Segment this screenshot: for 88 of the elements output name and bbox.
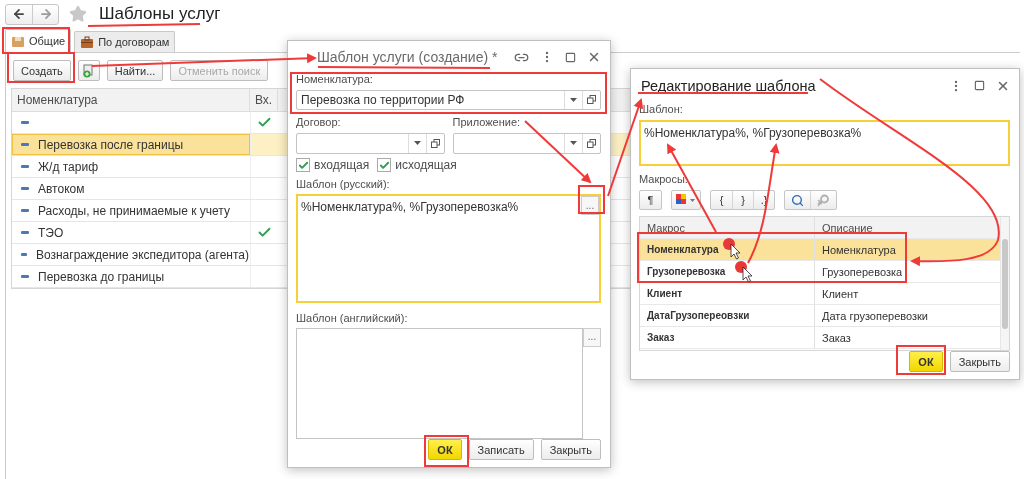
macro-toolbar-button[interactable]: .} [753, 191, 774, 210]
dialog-button[interactable]: Записать [468, 439, 534, 460]
template-text-area[interactable]: %Номенклатура%, %Грузоперевозка% [639, 119, 1010, 167]
favorite-star-icon[interactable] [69, 5, 87, 23]
checkbox[interactable] [377, 158, 392, 173]
dialog-title: Шаблон услуги (создание) * [317, 50, 498, 65]
scrollbar[interactable] [1000, 217, 1009, 350]
caret-icon [413, 141, 421, 146]
toolbar-button[interactable]: Создать [13, 60, 71, 81]
table-row[interactable]: Заказ Заказ [640, 327, 1000, 350]
palette-icon [676, 194, 696, 207]
add-copy-button[interactable] [77, 60, 100, 81]
column-header: Вх. [250, 89, 278, 111]
caret-icon [570, 141, 577, 146]
field-label: Шаблон (русский): [296, 177, 391, 192]
field-label: Шаблон (английский): [296, 311, 409, 325]
table-cell-text: Дата грузоперевозки [821, 308, 929, 324]
macro-cell: Заказ [640, 327, 815, 349]
checkbox[interactable] [296, 158, 310, 173]
table-cell: Расходы, не принимаемые к учету [38, 203, 230, 218]
caret-icon [570, 97, 577, 102]
clear-search-icon [817, 193, 830, 207]
field-label: Макросы: [639, 173, 689, 188]
macro-cell: Клиент [640, 283, 815, 305]
checkbox-label: исходящая [395, 158, 457, 173]
highlight-frame [2, 27, 70, 54]
highlight-frame [896, 345, 946, 375]
folder-icon [11, 34, 25, 48]
table-cell-text: Номенклатура [821, 242, 897, 258]
select-field[interactable] [452, 132, 601, 154]
maximize-icon[interactable] [974, 80, 985, 92]
nomenclature-field[interactable]: Перевозка по территории РФ [296, 89, 601, 110]
open-icon [587, 138, 596, 148]
item-dash-icon [21, 253, 27, 256]
toolbar-button[interactable]: Найти... [106, 60, 164, 81]
table-row[interactable]: Номенклатура Номенклатура [640, 239, 1000, 262]
table-row[interactable]: ДатаГрузопереовзки Дата грузоперевозки [640, 305, 1000, 328]
item-dash-icon [21, 209, 29, 212]
dialog-button[interactable]: Закрыть [949, 351, 1010, 372]
column-header: Описание [821, 220, 874, 236]
table-cell: Ж/д тариф [38, 159, 99, 174]
table-row[interactable]: Клиент Клиент [640, 283, 1000, 306]
briefcase-icon [80, 35, 95, 49]
table-cell: Вознаграждение экспедитора (агента) [35, 247, 249, 262]
item-dash-icon [21, 187, 29, 190]
dialog-button[interactable]: Закрыть [540, 439, 601, 460]
table-cell: Перевозка до границы [38, 269, 164, 284]
dialog-button[interactable]: ОК [428, 439, 462, 460]
macro-toolbar-button[interactable]: } [732, 191, 753, 210]
column-header: Номенклатура [12, 89, 250, 111]
dialog-button[interactable]: ОК [909, 351, 943, 372]
arrow [524, 120, 592, 184]
table-cell-text: Клиент [821, 286, 860, 302]
checkbox-label: входящая [314, 158, 370, 173]
field-label: Шаблон: [639, 102, 684, 117]
item-dash-icon [21, 165, 29, 168]
search-icon [791, 193, 804, 207]
item-dash-icon [21, 275, 29, 278]
table-cell-text: Заказ [821, 330, 852, 346]
macro-toolbar-button[interactable]: ¶ [640, 191, 661, 210]
item-dash-icon [21, 121, 29, 124]
template-text-area[interactable]: %Номенклатура%, %Грузоперевозка% ... [296, 194, 601, 303]
dialog-title: Редактирование шаблона [641, 78, 816, 93]
highlight-frame [7, 52, 75, 83]
tab[interactable]: По договорам [74, 31, 176, 52]
open-icon [587, 95, 596, 105]
maximize-icon[interactable] [565, 51, 576, 63]
item-dash-icon [21, 231, 29, 234]
add-copy-icon [81, 63, 96, 78]
tab[interactable]: Общие [5, 29, 72, 52]
macro-toolbar-button[interactable]: { [711, 191, 732, 210]
highlight-frame [424, 435, 469, 467]
macro-cell: ДатаГрузопереовзки [640, 305, 815, 327]
select-field[interactable] [296, 132, 445, 154]
table-cell: ТЭО [38, 225, 64, 240]
item-dash-icon [21, 143, 29, 146]
table-cell: Перевозка после границы [38, 137, 184, 152]
table-cell: Автоком [38, 181, 85, 196]
cursor-icon [723, 238, 741, 260]
cursor-icon [735, 261, 753, 283]
page-title: Шаблоны услуг [99, 4, 221, 24]
field-label: Договор: [296, 115, 342, 130]
table-cell-text: Грузоперевозка [821, 264, 904, 280]
open-icon [430, 138, 440, 148]
highlight-frame [578, 185, 605, 214]
field-label: Номенклатура: [296, 73, 374, 87]
select-button[interactable]: ... [583, 328, 601, 347]
field-label: Приложение: [452, 115, 522, 130]
